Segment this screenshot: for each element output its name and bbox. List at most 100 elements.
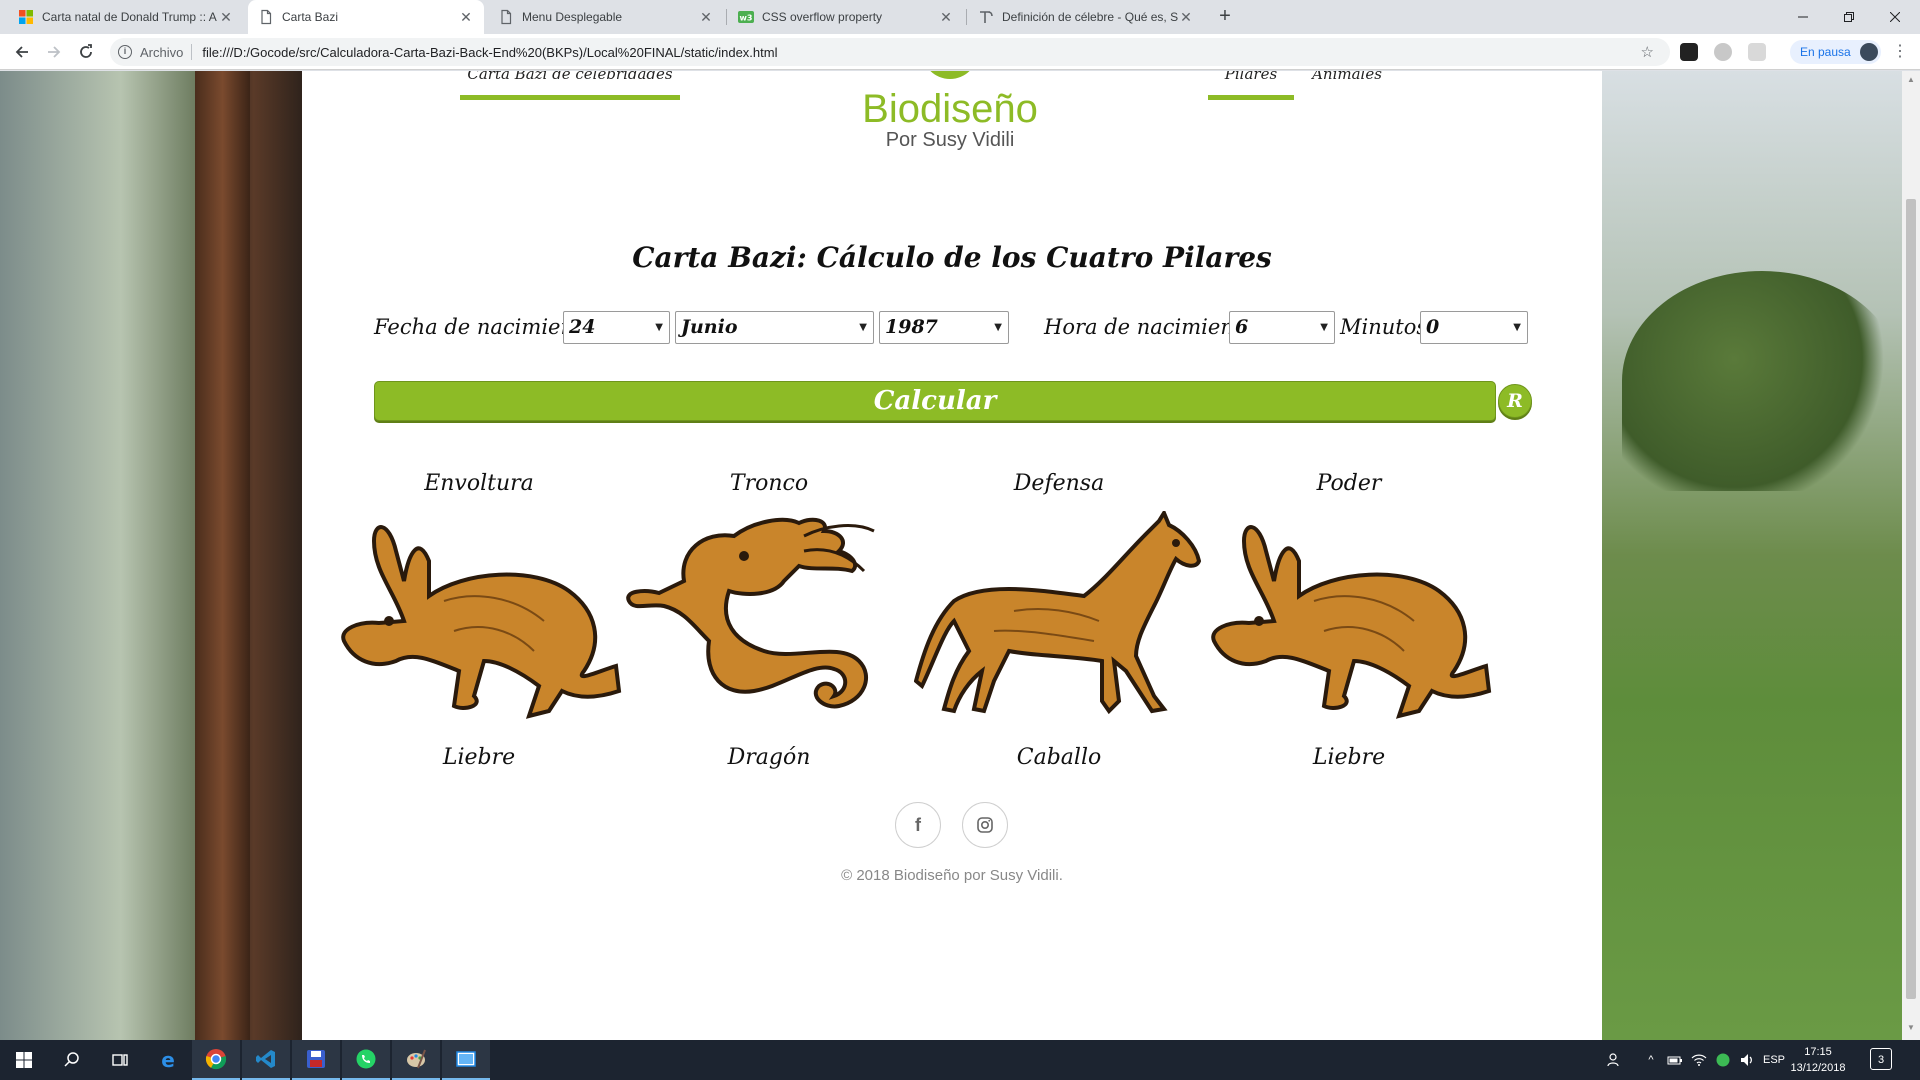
tab-title: CSS overflow property — [762, 10, 883, 24]
minutes-value: 0 — [1426, 316, 1440, 338]
task-view-icon[interactable] — [96, 1040, 144, 1080]
minutes-select[interactable]: 0 ▼ — [1420, 311, 1528, 344]
minimize-button[interactable] — [1780, 0, 1826, 34]
hour-value: 6 — [1235, 316, 1249, 338]
svg-text:e: e — [161, 1049, 175, 1071]
facebook-icon[interactable]: f — [895, 802, 941, 848]
extension-icon[interactable] — [1680, 43, 1698, 61]
bookmark-star-icon[interactable]: ☆ — [1641, 43, 1654, 61]
reload-button[interactable] — [72, 38, 100, 66]
whatsapp-icon[interactable] — [342, 1040, 390, 1080]
browser-menu-icon[interactable]: ⋮ — [1890, 42, 1910, 62]
taskbar-clock[interactable]: 17:15 13/12/2018 — [1790, 1044, 1846, 1076]
new-tab-button[interactable]: + — [1212, 4, 1238, 30]
w3schools-icon: w3 — [738, 9, 754, 25]
reset-button[interactable]: R — [1498, 384, 1532, 418]
tab-carta-natal[interactable]: Carta natal de Donald Trump :: A ✕ — [8, 0, 244, 34]
year-select[interactable]: 1987 ▼ — [879, 311, 1009, 344]
tab-carta-bazi[interactable]: Carta Bazi ✕ — [248, 0, 484, 34]
pillar-animal-name: Liebre — [1312, 745, 1386, 770]
browser-toolbar: i Archivo file:///D:/Gocode/src/Calculad… — [0, 34, 1920, 70]
chrome-icon[interactable] — [192, 1040, 240, 1080]
restore-button[interactable] — [1826, 0, 1872, 34]
page-title: Carta Bazi: Cálculo de los Cuatro Pilare… — [632, 241, 1272, 274]
day-select[interactable]: 24 ▼ — [563, 311, 670, 344]
vscode-icon[interactable] — [242, 1040, 290, 1080]
dropdown-arrow-icon: ▼ — [655, 322, 663, 333]
scroll-up-icon[interactable]: ▲ — [1906, 75, 1916, 84]
address-divider — [191, 44, 193, 60]
tab-definicion[interactable]: Definición de célebre - Qué es, S ✕ — [968, 0, 1204, 34]
tab-title: Carta natal de Donald Trump :: A — [42, 10, 217, 24]
start-button[interactable] — [0, 1040, 48, 1080]
calcular-button[interactable]: Calcular — [374, 381, 1496, 421]
nav-pilares-link[interactable]: Pilares — [1208, 71, 1294, 85]
image-extension-icon[interactable] — [1748, 43, 1766, 61]
scrollbar-thumb[interactable] — [1906, 199, 1916, 999]
windows-taskbar: e ^ ESP 17:15 13/12/2018 3 — [0, 1040, 1920, 1080]
instagram-icon[interactable] — [962, 802, 1008, 848]
close-icon[interactable]: ✕ — [1178, 9, 1194, 26]
people-icon[interactable] — [1600, 1040, 1630, 1080]
pillar-animal-name: Caballo — [1016, 745, 1102, 770]
avatar — [1859, 43, 1878, 61]
sync-status-icon[interactable] — [1712, 1040, 1734, 1080]
tab-css-overflow[interactable]: w3 CSS overflow property ✕ — [728, 0, 964, 34]
clock-date: 13/12/2018 — [1790, 1062, 1846, 1074]
save-app-icon[interactable] — [292, 1040, 340, 1080]
hour-select[interactable]: 6 ▼ — [1229, 311, 1335, 344]
close-icon[interactable]: ✕ — [938, 9, 954, 26]
window-frame — [195, 71, 250, 1040]
info-icon[interactable]: i — [118, 45, 132, 59]
chevron-up-icon[interactable]: ^ — [1640, 1040, 1662, 1080]
close-icon[interactable]: ✕ — [698, 9, 714, 26]
dropdown-arrow-icon: ▼ — [1320, 322, 1328, 333]
search-icon[interactable] — [48, 1040, 96, 1080]
tab-title: Carta Bazi — [282, 10, 339, 24]
document-icon — [498, 9, 514, 25]
cloud-extension-icon[interactable] — [1714, 43, 1732, 61]
close-icon[interactable]: ✕ — [218, 9, 234, 26]
close-window-button[interactable] — [1872, 0, 1918, 34]
day-value: 24 — [569, 316, 596, 338]
profile-status: En pausa — [1800, 45, 1851, 59]
month-select[interactable]: Junio ▼ — [675, 311, 874, 344]
nav-celebridades-link[interactable]: Carta Bazi de celebridades — [460, 71, 680, 85]
month-value: Junio — [681, 316, 738, 338]
scroll-down-icon[interactable]: ▼ — [1906, 1023, 1916, 1032]
profile-button[interactable]: En pausa — [1790, 40, 1881, 64]
tab-title: Definición de célebre - Qué es, S — [1002, 10, 1178, 24]
horse-icon — [914, 511, 1202, 715]
paint-icon[interactable] — [392, 1040, 440, 1080]
volume-icon[interactable] — [1736, 1040, 1758, 1080]
dragon-icon — [626, 517, 875, 709]
trees — [1622, 271, 1902, 491]
nav-animales-link[interactable]: Animales — [1302, 71, 1392, 85]
page-card: Carta Bazi de celebridades Biodiseño Por… — [302, 71, 1602, 1040]
pillar-label: Tronco — [729, 471, 809, 496]
pillar-label: Poder — [1316, 471, 1382, 496]
battery-icon[interactable] — [1664, 1040, 1686, 1080]
edge-icon[interactable]: e — [144, 1040, 192, 1080]
dropdown-arrow-icon: ▼ — [859, 322, 867, 333]
tab-menu-desplegable[interactable]: Menu Desplegable ✕ — [488, 0, 724, 34]
close-icon[interactable]: ✕ — [458, 9, 474, 26]
logo-title[interactable]: Biodiseño — [802, 87, 1098, 132]
dropdown-arrow-icon: ▼ — [994, 322, 1002, 333]
input-language[interactable]: ESP — [1760, 1040, 1788, 1080]
tab-separator — [966, 9, 967, 25]
forward-button[interactable] — [40, 38, 68, 66]
notification-center-icon[interactable]: 3 — [1870, 1048, 1892, 1070]
wifi-icon[interactable] — [1688, 1040, 1710, 1080]
footer-copyright: © 2018 Biodiseño por Susy Vidili. — [841, 867, 1063, 884]
nav-underline — [460, 95, 680, 100]
definicion-icon — [978, 9, 994, 25]
dropdown-arrow-icon: ▼ — [1513, 322, 1521, 333]
address-bar[interactable]: i Archivo file:///D:/Gocode/src/Calculad… — [110, 38, 1670, 66]
windows-logo-icon — [18, 9, 34, 25]
pillar-label: Envoltura — [424, 471, 534, 496]
address-url[interactable]: file:///D:/Gocode/src/Calculadora-Carta-… — [202, 45, 777, 60]
photos-app-icon[interactable] — [442, 1040, 490, 1080]
back-button[interactable] — [8, 38, 36, 66]
address-scheme: Archivo — [140, 44, 184, 60]
